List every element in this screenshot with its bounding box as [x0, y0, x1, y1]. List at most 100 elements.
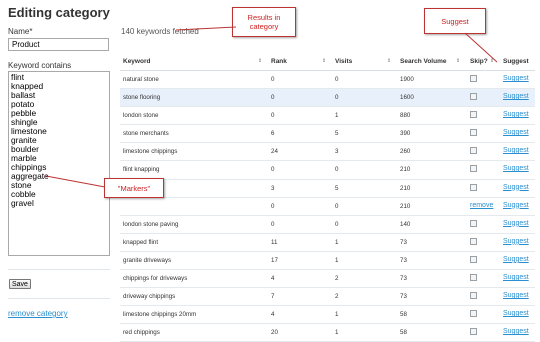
visits-cell: 3 [335, 148, 339, 156]
skip-checkbox[interactable] [470, 237, 477, 245]
suggest-link[interactable]: Suggest [503, 292, 529, 299]
sort-icon[interactable]: ⇕ [387, 58, 391, 64]
search-volume-cell: 73 [400, 275, 407, 283]
suggest-link[interactable]: Suggest [503, 184, 529, 191]
suggest-link[interactable]: Suggest [503, 129, 529, 136]
keywords-label: Keyword contains [8, 61, 72, 70]
skip-checkbox[interactable] [470, 328, 477, 336]
column-header-visits[interactable]: Visits [335, 58, 352, 65]
skip-checkbox[interactable] [470, 165, 477, 173]
table-row: limestone chippings 20mm 4 1 58 Suggest [120, 306, 535, 325]
remove-link[interactable]: remove [470, 202, 493, 209]
keyword-cell: limestone chippings 20mm [123, 311, 197, 319]
suggest-link[interactable]: Suggest [503, 310, 529, 317]
keyword-cell: flint knapping [123, 166, 160, 174]
keywords-fetched-status: 140 keywords fetched [121, 27, 199, 36]
visits-cell: 5 [335, 184, 339, 192]
column-header-rank[interactable]: Rank [271, 58, 287, 65]
skip-checkbox[interactable] [470, 111, 477, 119]
search-volume-cell: 73 [400, 256, 407, 264]
skip-checkbox[interactable] [470, 129, 477, 137]
suggest-link[interactable]: Suggest [503, 75, 529, 82]
keywords-textarea[interactable]: flint knapped ballast potato pebble shin… [8, 71, 110, 256]
skip-checkbox[interactable] [470, 219, 477, 227]
suggest-link[interactable]: Suggest [503, 147, 529, 154]
table-row: red chippings 20 1 58 Suggest [120, 324, 535, 342]
callout-suggest: Suggest [424, 8, 486, 34]
suggest-link[interactable]: Suggest [503, 328, 529, 335]
column-header-search-volume[interactable]: Search Volume [400, 58, 446, 65]
visits-cell: 2 [335, 275, 339, 283]
skip-checkbox[interactable] [470, 183, 477, 191]
keyword-cell: red chippings [123, 329, 160, 337]
column-header-keyword[interactable]: Keyword [123, 58, 150, 65]
keyword-cell: london stone [123, 112, 159, 120]
table-row: driveway chippings 7 2 73 Suggest [120, 288, 535, 307]
skip-checkbox[interactable] [470, 292, 477, 300]
visits-cell: 1 [335, 238, 339, 246]
column-header-skip[interactable]: Skip? [470, 58, 488, 65]
callout-markers: "Markers" [104, 178, 164, 198]
rank-cell: 20 [271, 329, 278, 337]
suggest-link[interactable]: Suggest [503, 93, 529, 100]
table-header-row: Keyword ⇕ Rank ⇕ Visits ⇕ Search Volume … [120, 54, 535, 71]
table-row: london stone 0 1 880 Suggest [120, 107, 535, 126]
keyword-cell: chippings for driveways [123, 275, 188, 283]
remove-category-link[interactable]: remove category [8, 309, 68, 318]
visits-cell: 0 [335, 94, 339, 102]
suggest-link[interactable]: Suggest [503, 256, 529, 263]
visits-cell: 2 [335, 293, 339, 301]
name-input[interactable] [8, 38, 109, 51]
page-title: Editing category [8, 5, 110, 20]
rank-cell: 11 [271, 238, 278, 246]
suggest-link[interactable]: Suggest [503, 274, 529, 281]
name-label: Name* [8, 27, 33, 36]
visits-cell: 0 [335, 76, 339, 83]
rank-cell: 3 [271, 184, 275, 192]
table-row: stone merchants 6 5 390 Suggest [120, 125, 535, 144]
divider [8, 269, 110, 270]
search-volume-cell: 58 [400, 329, 407, 337]
sort-icon[interactable]: ⇕ [490, 58, 494, 64]
search-volume-cell: 260 [400, 148, 411, 156]
suggest-link[interactable]: Suggest [503, 165, 529, 172]
skip-checkbox[interactable] [470, 93, 477, 101]
table-body: natural stone 0 0 1900 Suggest stone flooring… [120, 71, 535, 342]
sort-icon[interactable]: ⇕ [456, 58, 460, 64]
skip-checkbox[interactable] [470, 147, 477, 155]
visits-cell: 1 [335, 311, 339, 319]
sort-icon[interactable]: ⇕ [322, 58, 326, 64]
suggest-link[interactable]: Suggest [503, 202, 529, 209]
save-button[interactable]: Save [9, 279, 31, 289]
divider [8, 298, 110, 299]
keyword-cell: stone merchants [123, 130, 169, 138]
rank-cell: 7 [271, 293, 275, 301]
rank-cell: 17 [271, 256, 278, 264]
sort-icon[interactable]: ⇕ [258, 58, 262, 64]
search-volume-cell: 210 [400, 202, 411, 210]
skip-checkbox[interactable] [470, 75, 477, 82]
rank-cell: 0 [271, 202, 275, 210]
table-row: 3 5 210 Suggest [120, 180, 535, 198]
table-row: chippings for driveways 4 2 73 Suggest [120, 270, 535, 289]
skip-checkbox[interactable] [470, 310, 477, 318]
visits-cell: 0 [335, 166, 339, 174]
rank-cell: 4 [271, 311, 275, 319]
table-row: flint knapping 0 0 210 Suggest [120, 161, 535, 180]
table-row: london stone paving 0 0 140 Suggest [120, 216, 535, 234]
rank-cell: 0 [271, 166, 275, 174]
skip-checkbox[interactable] [470, 274, 477, 282]
visits-cell: 0 [335, 220, 339, 228]
suggest-link[interactable]: Suggest [503, 111, 529, 118]
rank-cell: 6 [271, 130, 275, 138]
search-volume-cell: 210 [400, 166, 411, 174]
suggest-link[interactable]: Suggest [503, 238, 529, 245]
callout-results-in-category: Results in category [232, 7, 296, 37]
search-volume-cell: 140 [400, 220, 411, 228]
keyword-cell: stone flooring [123, 94, 161, 102]
skip-checkbox[interactable] [470, 255, 477, 263]
table-row: knapped flint 11 1 73 Suggest [120, 234, 535, 252]
rank-cell: 24 [271, 148, 278, 156]
visits-cell: 1 [335, 112, 339, 120]
suggest-link[interactable]: Suggest [503, 220, 529, 227]
